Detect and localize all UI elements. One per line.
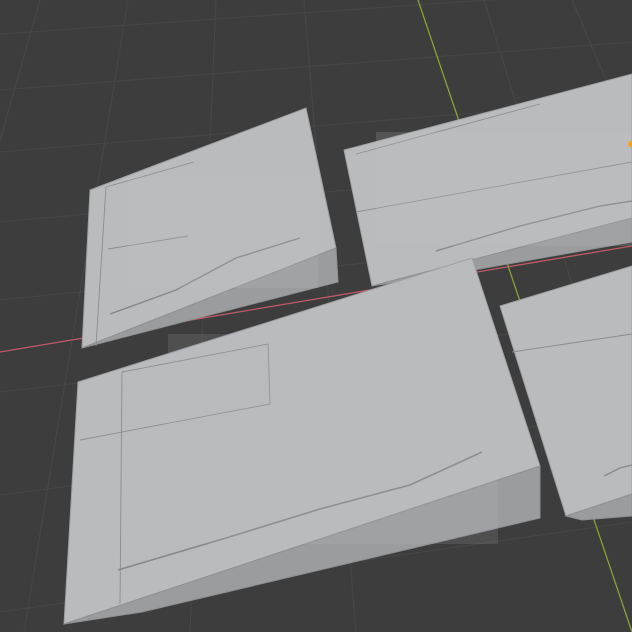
viewport-canvas[interactable] <box>0 0 632 632</box>
ramp-object-back-right[interactable] <box>343 73 632 287</box>
3d-viewport[interactable] <box>0 0 632 632</box>
